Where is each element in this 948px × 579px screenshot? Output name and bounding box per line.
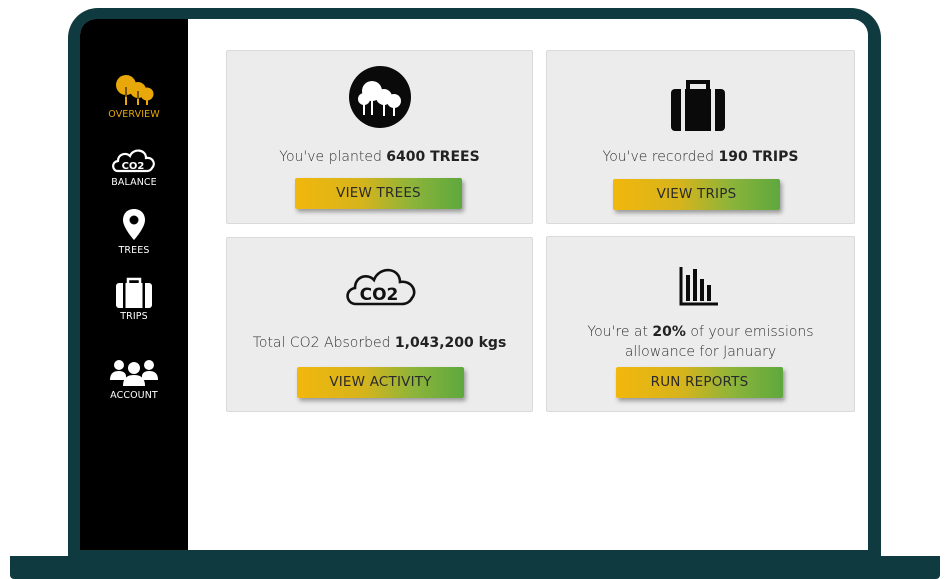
location-pin-icon xyxy=(123,209,145,240)
co2-summary-prefix: Total CO2 Absorbed xyxy=(252,335,395,351)
reports-summary-suffix: of your emissions xyxy=(685,324,814,340)
co2-summary: Total CO2 Absorbed 1,043,200 kgs xyxy=(227,335,532,351)
run-reports-button[interactable]: RUN REPORTS xyxy=(616,367,783,398)
co2-absorbed-value: 1,043,200 kgs xyxy=(394,335,507,351)
reports-summary-prefix: You're at xyxy=(587,324,653,340)
sidebar-item-overview[interactable]: OVERVIEW xyxy=(80,73,188,120)
sidebar-item-label: TREES xyxy=(118,245,150,256)
trips-card: You've recorded 190 TRIPS VIEW TRIPS xyxy=(546,50,855,224)
sidebar-item-label: TRIPS xyxy=(120,311,148,322)
reports-summary: You're at 20% of your emissions allowanc… xyxy=(547,322,854,362)
users-icon xyxy=(110,360,158,386)
bar-chart-icon xyxy=(679,267,718,306)
sidebar-item-balance[interactable]: CO2 BALANCE xyxy=(80,145,188,188)
emissions-percent: 20% xyxy=(652,324,686,340)
co2-cloud-icon: CO2 xyxy=(112,149,155,173)
suitcase-icon xyxy=(671,80,725,131)
reports-summary-line2: allowance for January xyxy=(624,344,777,360)
view-trips-button[interactable]: VIEW TRIPS xyxy=(613,179,780,210)
stage: OVERVIEW CO2 BALANCE TREES TRIPS ACCOUNT… xyxy=(0,0,948,579)
trees-card: You've planted 6400 TREES VIEW TREES xyxy=(226,50,533,224)
trips-summary-prefix: You've recorded xyxy=(602,149,719,165)
reports-card: You're at 20% of your emissions allowanc… xyxy=(546,236,855,412)
sidebar-item-label: ACCOUNT xyxy=(110,390,158,401)
view-trees-button[interactable]: VIEW TREES xyxy=(295,178,462,209)
trees-summary-prefix: You've planted xyxy=(279,149,387,165)
sidebar-item-trees[interactable]: TREES xyxy=(80,207,188,256)
co2-icon-label: CO2 xyxy=(360,285,399,305)
trees-summary: You've planted 6400 TREES xyxy=(227,149,532,165)
sidebar-item-trips[interactable]: TRIPS xyxy=(80,277,188,322)
laptop-base xyxy=(10,556,940,579)
view-activity-button[interactable]: VIEW ACTIVITY xyxy=(297,367,464,398)
trees-circle-icon xyxy=(349,66,411,128)
sidebar-item-label: OVERVIEW xyxy=(108,109,160,120)
sidebar-item-account[interactable]: ACCOUNT xyxy=(80,356,188,401)
app-screen: OVERVIEW CO2 BALANCE TREES TRIPS ACCOUNT… xyxy=(80,19,868,550)
svg-text:CO2: CO2 xyxy=(122,161,145,172)
co2-cloud-icon: CO2 xyxy=(346,268,416,306)
trees-count: 6400 TREES xyxy=(386,149,480,165)
trips-count: 190 TRIPS xyxy=(718,149,799,165)
trees-icon xyxy=(116,75,154,105)
suitcase-icon xyxy=(116,277,152,308)
co2-card: CO2 Total CO2 Absorbed 1,043,200 kgs VIE… xyxy=(226,237,533,412)
sidebar-item-label: BALANCE xyxy=(111,177,157,188)
sidebar: OVERVIEW CO2 BALANCE TREES TRIPS ACCOUNT xyxy=(80,19,188,550)
trips-summary: You've recorded 190 TRIPS xyxy=(547,149,854,165)
